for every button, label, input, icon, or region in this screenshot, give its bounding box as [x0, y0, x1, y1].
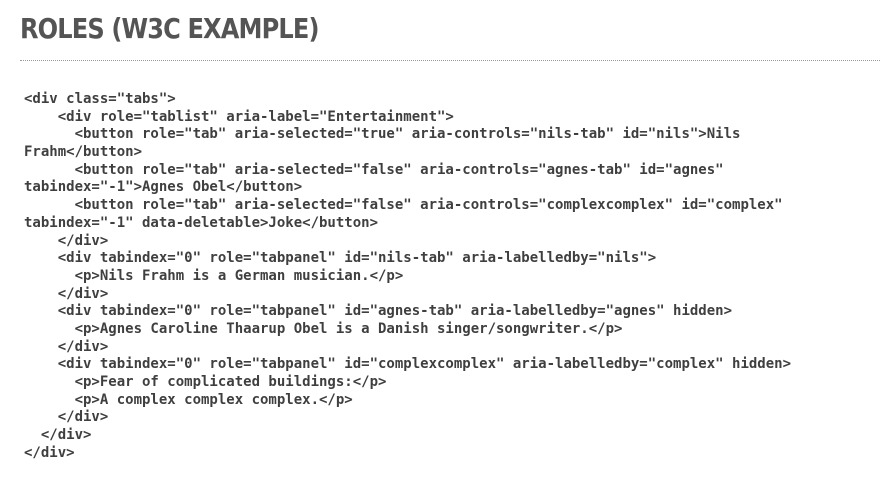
code-line: <button role="tab" aria-selected="false"… [24, 161, 724, 178]
code-line: tabindex="-1">Agnes Obel</button> [24, 179, 303, 196]
slide-title: ROLES (W3C EXAMPLE) [20, 12, 319, 45]
code-line: </div> [24, 409, 109, 426]
code-line: Frahm</button> [24, 144, 143, 161]
code-line: <div class="tabs"> [24, 91, 176, 107]
code-line: tabindex="-1" data-deletable>Joke</butto… [24, 214, 379, 231]
code-line: <button role="tab" aria-selected="true" … [24, 126, 741, 143]
code-line: <p>Agnes Caroline Thaarup Obel is a Dani… [24, 320, 623, 337]
code-block: <div class="tabs"> <div role="tablist" a… [24, 91, 791, 462]
code-line: <p>Nils Frahm is a German musician.</p> [24, 267, 404, 284]
code-line: <div tabindex="0" role="tabpanel" id="ag… [24, 303, 733, 320]
code-line: </div> [24, 427, 92, 444]
code-line: <p>A complex complex complex.</p> [24, 391, 353, 408]
code-line: <div tabindex="0" role="tabpanel" id="co… [24, 356, 792, 373]
code-line: <div role="tablist" aria-label="Entertai… [24, 108, 454, 125]
code-line: </div> [24, 285, 109, 302]
code-line: </div> [24, 444, 75, 461]
code-line: </div> [24, 338, 109, 355]
code-line: <button role="tab" aria-selected="false"… [24, 197, 783, 214]
title-divider [20, 60, 880, 61]
code-line: <p>Fear of complicated buildings:</p> [24, 374, 387, 390]
code-line: </div> [24, 232, 109, 249]
code-line: <div tabindex="0" role="tabpanel" id="ni… [24, 250, 657, 267]
